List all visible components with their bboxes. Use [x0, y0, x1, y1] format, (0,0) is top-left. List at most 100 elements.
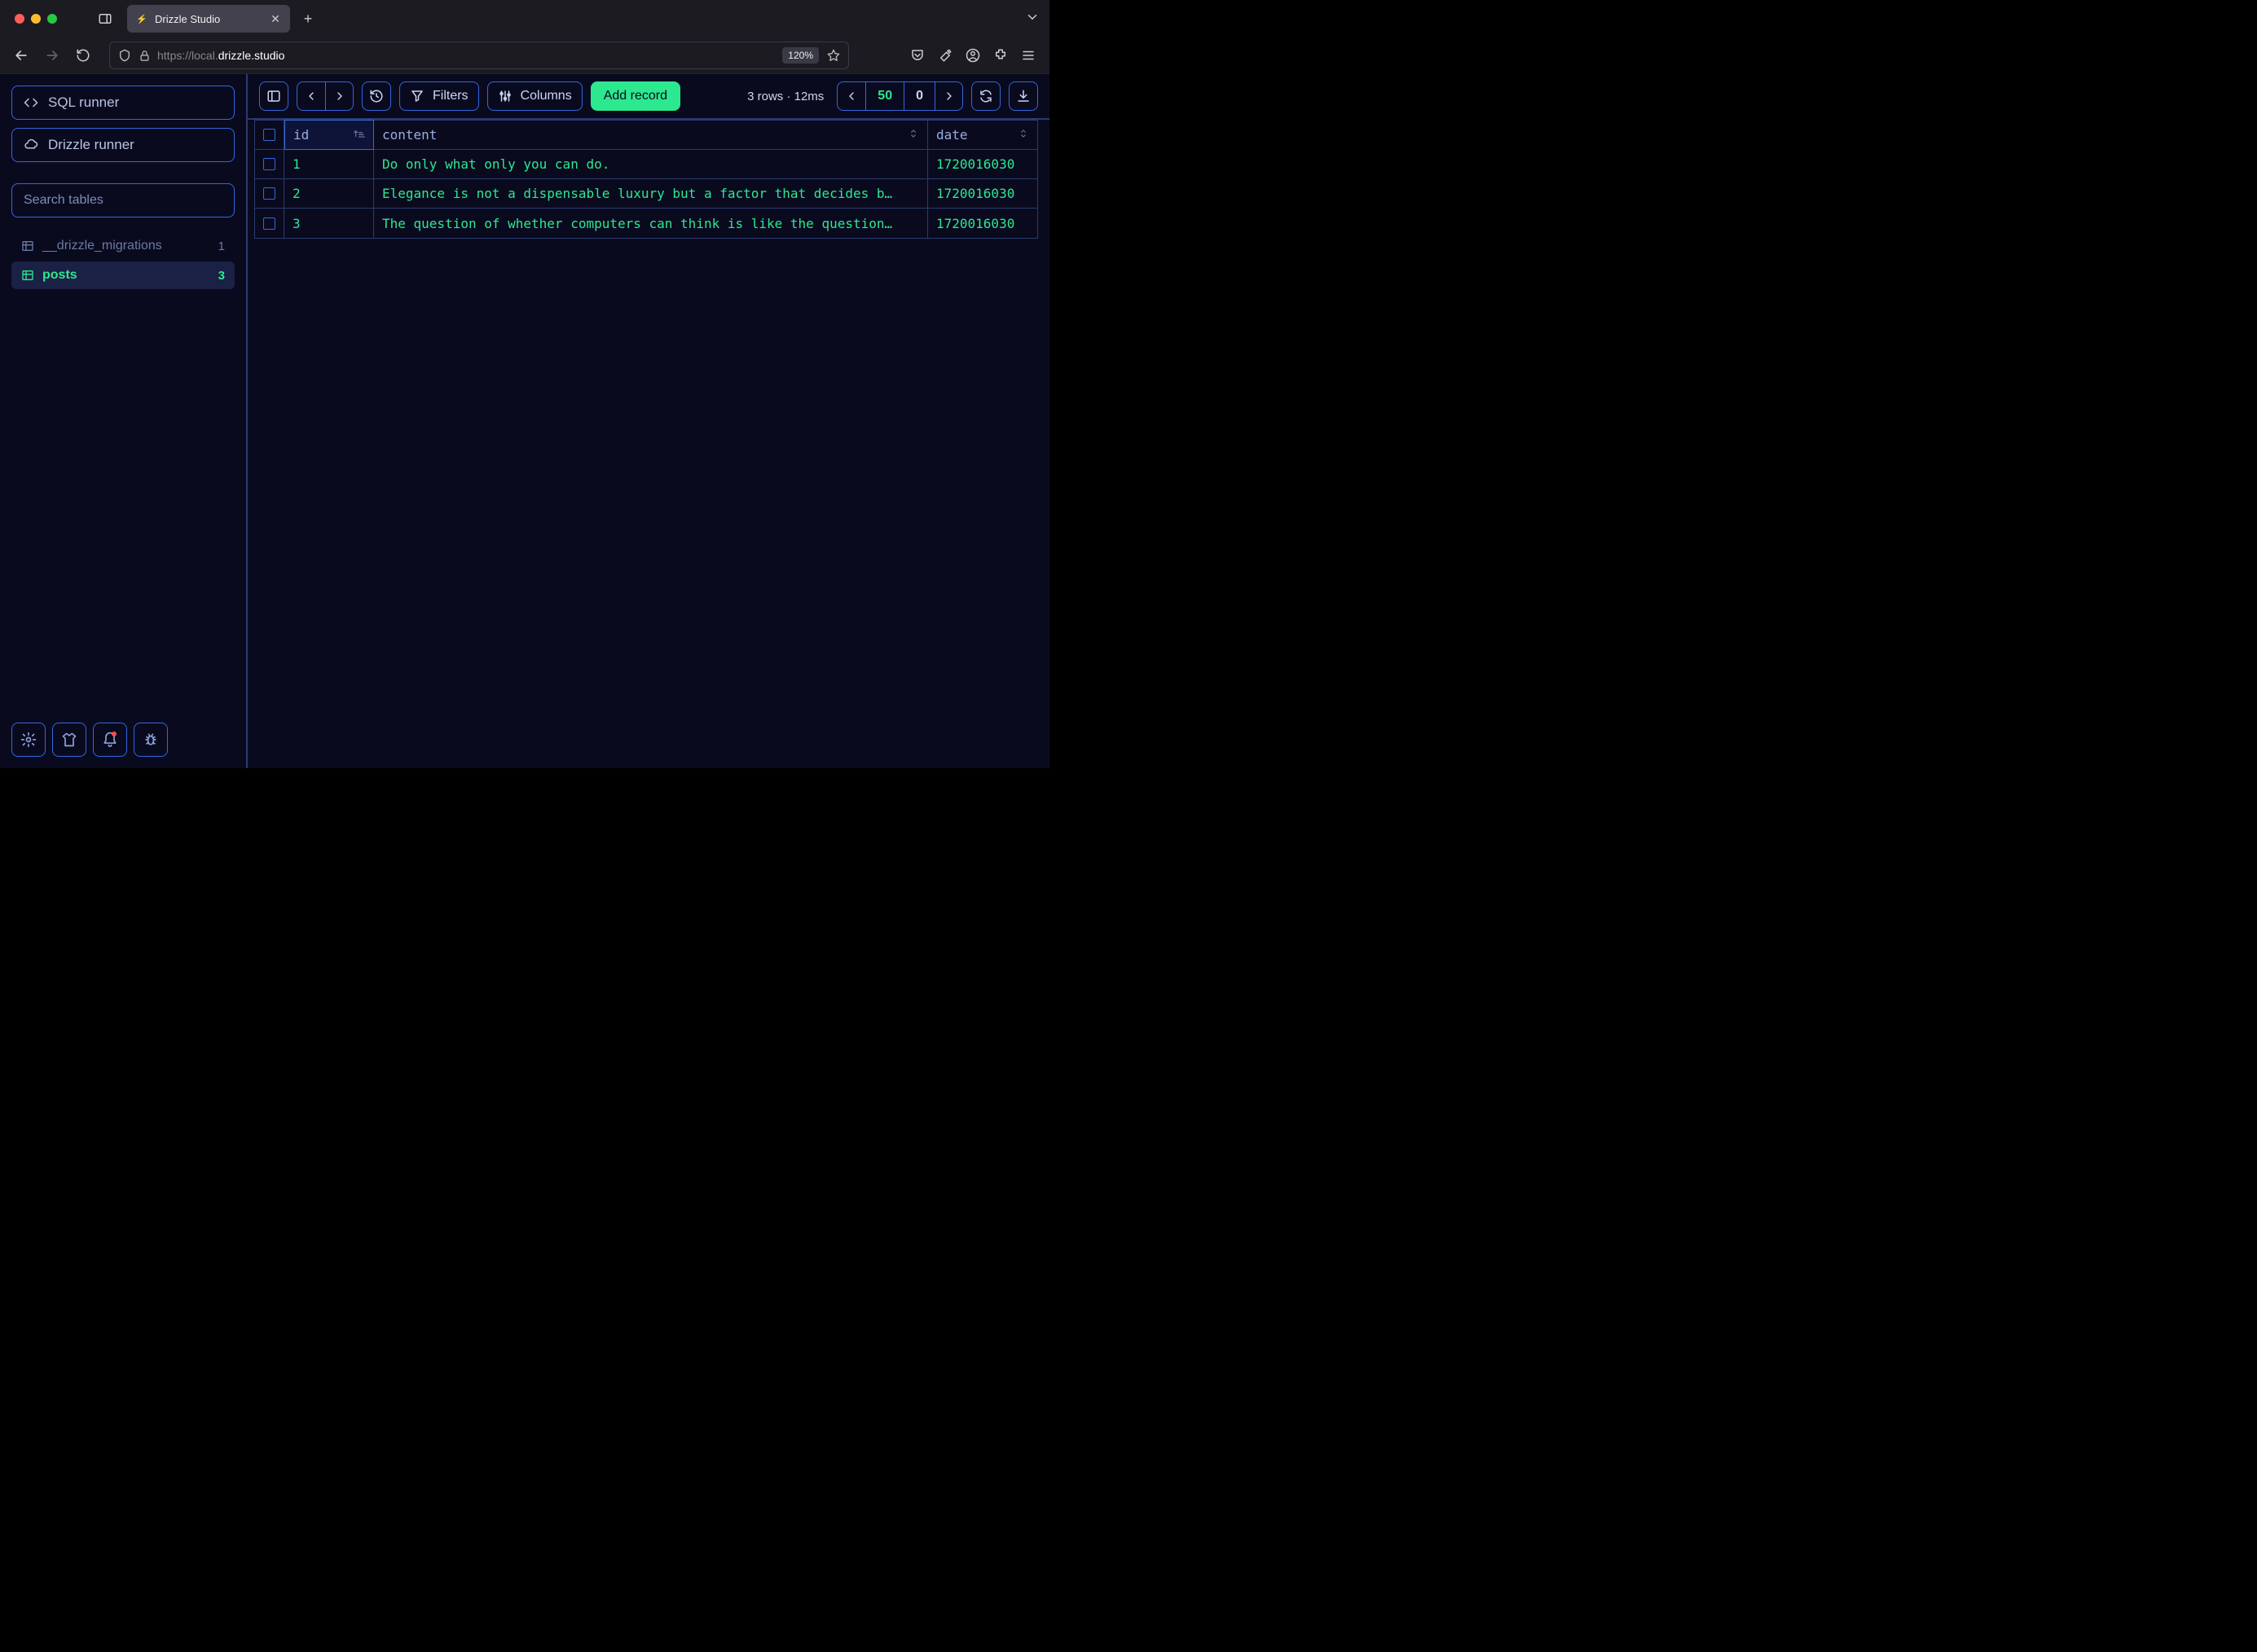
column-header-content[interactable]: content	[374, 121, 928, 149]
page-next-button[interactable]	[935, 82, 962, 110]
filters-button[interactable]: Filters	[399, 81, 479, 111]
zoom-badge[interactable]: 120%	[782, 47, 819, 64]
table-count: 3	[218, 269, 225, 283]
theme-button[interactable]	[52, 723, 86, 757]
table-header-row: id content date	[255, 121, 1037, 150]
lock-icon[interactable]	[138, 49, 151, 62]
drizzle-runner-label: Drizzle runner	[48, 137, 134, 153]
cell-content[interactable]: The question of whether computers can th…	[374, 209, 928, 238]
window-controls	[15, 14, 57, 24]
search-tables-input[interactable]: Search tables	[11, 183, 235, 217]
code-icon	[24, 95, 38, 110]
debug-button[interactable]	[134, 723, 168, 757]
tabs-dropdown-icon[interactable]	[1025, 10, 1040, 29]
sort-icon	[908, 127, 919, 143]
export-button[interactable]	[1009, 81, 1038, 111]
gear-icon	[20, 732, 37, 748]
history-icon	[369, 89, 384, 103]
tab-overview-icon[interactable]	[96, 11, 114, 26]
page-prev-button[interactable]	[838, 82, 865, 110]
cell-date[interactable]: 1720016030	[928, 150, 1037, 178]
cell-date[interactable]: 1720016030	[928, 209, 1037, 238]
url-bar[interactable]: https://local.drizzle.studio 120%	[109, 42, 849, 69]
table-row[interactable]: 2 Elegance is not a dispensable luxury b…	[255, 179, 1037, 209]
chevron-right-icon	[943, 90, 956, 103]
settings-button[interactable]	[11, 723, 46, 757]
shirt-icon	[61, 732, 77, 748]
cell-content[interactable]: Elegance is not a dispensable luxury but…	[374, 179, 928, 208]
notification-dot	[112, 732, 117, 736]
window-minimize-button[interactable]	[31, 14, 41, 24]
url-text: https://local.drizzle.studio	[157, 49, 284, 62]
nav-reload-button[interactable]	[72, 44, 95, 67]
bug-icon	[143, 732, 159, 748]
history-nav-group	[297, 81, 354, 111]
app: SQL runner Drizzle runner Search tables …	[0, 73, 1049, 768]
browser-chrome: ⚡ Drizzle Studio ✕ + h	[0, 0, 1049, 73]
shield-icon[interactable]	[118, 49, 131, 62]
pocket-icon[interactable]	[906, 44, 929, 67]
pagination-group: 50 0	[837, 81, 963, 111]
devtools-icon[interactable]	[934, 44, 957, 67]
history-button[interactable]	[362, 81, 391, 111]
nav-forward-button[interactable]	[41, 44, 64, 67]
main: Filters Columns Add record 3 rows · 12ms…	[248, 74, 1049, 768]
drizzle-runner-button[interactable]: Drizzle runner	[11, 128, 235, 162]
nav-bar: https://local.drizzle.studio 120%	[0, 37, 1049, 73]
column-header-id[interactable]: id	[284, 120, 374, 150]
account-icon[interactable]	[961, 44, 984, 67]
refresh-button[interactable]	[971, 81, 1001, 111]
table-count: 1	[218, 239, 225, 253]
row-checkbox[interactable]	[255, 150, 284, 178]
sidebar: SQL runner Drizzle runner Search tables …	[0, 74, 248, 768]
window-close-button[interactable]	[15, 14, 24, 24]
browser-tab[interactable]: ⚡ Drizzle Studio ✕	[127, 5, 290, 33]
chevron-left-icon	[305, 90, 318, 103]
cloud-icon	[24, 138, 38, 152]
page-offset-value[interactable]: 0	[904, 82, 935, 110]
history-prev-button[interactable]	[297, 82, 325, 110]
tab-close-button[interactable]: ✕	[269, 12, 282, 25]
columns-button[interactable]: Columns	[487, 81, 583, 111]
nav-back-button[interactable]	[10, 44, 33, 67]
toggle-sidebar-button[interactable]	[259, 81, 288, 111]
chevron-left-icon	[845, 90, 858, 103]
cell-id[interactable]: 3	[284, 209, 374, 238]
toolbar: Filters Columns Add record 3 rows · 12ms…	[248, 74, 1049, 120]
sidebar-footer	[11, 723, 235, 757]
add-record-button[interactable]: Add record	[591, 81, 680, 111]
cell-content[interactable]: Do only what only you can do.	[374, 150, 928, 178]
table-row[interactable]: 1 Do only what only you can do. 17200160…	[255, 150, 1037, 179]
table-icon	[21, 269, 34, 282]
download-icon	[1016, 89, 1031, 103]
new-tab-button[interactable]: +	[297, 7, 319, 30]
cell-id[interactable]: 1	[284, 150, 374, 178]
cell-id[interactable]: 2	[284, 179, 374, 208]
tab-title: Drizzle Studio	[155, 13, 262, 25]
notifications-button[interactable]	[93, 723, 127, 757]
column-header-date[interactable]: date	[928, 121, 1037, 149]
sort-icon	[1018, 127, 1029, 143]
row-checkbox[interactable]	[255, 209, 284, 238]
sort-asc-icon	[352, 127, 365, 143]
sql-runner-label: SQL runner	[48, 94, 119, 111]
refresh-icon	[979, 89, 993, 103]
window-maximize-button[interactable]	[47, 14, 57, 24]
columns-label: Columns	[521, 89, 572, 103]
row-checkbox[interactable]	[255, 179, 284, 208]
sliders-icon	[498, 89, 513, 103]
tab-favicon-icon: ⚡	[135, 12, 148, 25]
sql-runner-button[interactable]: SQL runner	[11, 86, 235, 120]
chevron-right-icon	[333, 90, 346, 103]
menu-icon[interactable]	[1017, 44, 1040, 67]
select-all-checkbox[interactable]	[255, 121, 284, 149]
cell-date[interactable]: 1720016030	[928, 179, 1037, 208]
bookmark-star-icon[interactable]	[827, 49, 840, 62]
table-item-drizzle-migrations[interactable]: __drizzle_migrations 1	[11, 232, 235, 260]
tab-bar: ⚡ Drizzle Studio ✕ +	[0, 0, 1049, 37]
history-next-button[interactable]	[325, 82, 353, 110]
page-size-value[interactable]: 50	[865, 82, 904, 110]
extensions-icon[interactable]	[989, 44, 1012, 67]
table-row[interactable]: 3 The question of whether computers can …	[255, 209, 1037, 238]
table-item-posts[interactable]: posts 3	[11, 261, 235, 289]
